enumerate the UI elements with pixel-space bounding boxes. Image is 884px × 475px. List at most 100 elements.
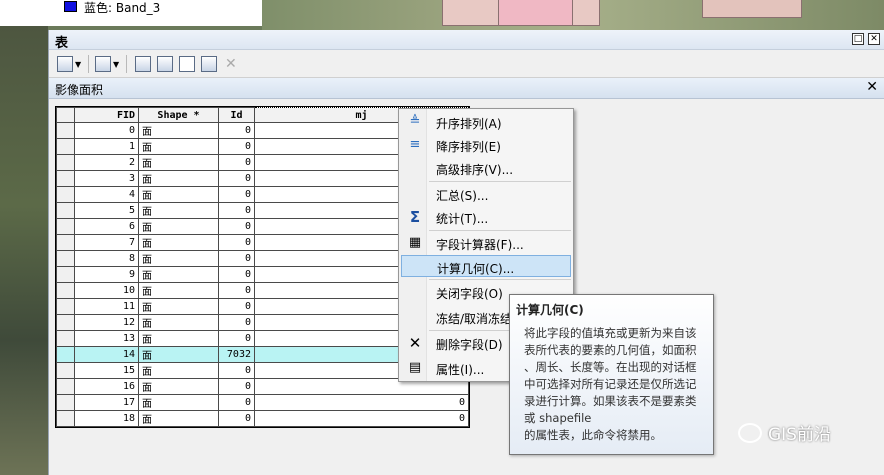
row-selector[interactable] <box>56 250 75 267</box>
switch-selection-button[interactable] <box>157 55 173 73</box>
cell-id[interactable]: 0 <box>218 410 255 427</box>
cell-fid[interactable]: 10 <box>74 282 139 299</box>
column-header-shape[interactable]: Shape * <box>138 107 219 123</box>
row-selector[interactable] <box>56 330 75 347</box>
cell-fid[interactable]: 11 <box>74 298 139 315</box>
cell-shape[interactable]: 面 <box>138 234 219 251</box>
cell-shape[interactable]: 面 <box>138 202 219 219</box>
cell-id[interactable]: 0 <box>218 266 255 283</box>
cell-fid[interactable]: 14 <box>74 346 139 363</box>
cell-shape[interactable]: 面 <box>138 266 219 283</box>
cell-fid[interactable]: 8 <box>74 250 139 267</box>
cell-id[interactable]: 0 <box>218 186 255 203</box>
cell-id[interactable]: 0 <box>218 218 255 235</box>
menu-item-statistics[interactable]: Σ 统计(T)... <box>401 206 571 228</box>
select-by-attributes-button[interactable] <box>135 55 151 73</box>
row-selector[interactable] <box>56 154 75 171</box>
table-tab[interactable]: 影像面积 ✕ <box>49 78 884 99</box>
cell-shape[interactable]: 面 <box>138 154 219 171</box>
cell-id[interactable]: 0 <box>218 394 255 411</box>
row-selector[interactable] <box>56 186 75 203</box>
cell-shape[interactable]: 面 <box>138 394 219 411</box>
cell-shape[interactable]: 面 <box>138 170 219 187</box>
cell-id[interactable]: 0 <box>218 122 255 139</box>
column-header-id[interactable]: Id <box>218 107 255 123</box>
cell-id[interactable]: 0 <box>218 298 255 315</box>
cell-fid[interactable]: 9 <box>74 266 139 283</box>
cell-fid[interactable]: 5 <box>74 202 139 219</box>
column-header-fid[interactable]: FID <box>74 107 139 123</box>
cell-fid[interactable]: 13 <box>74 330 139 347</box>
delete-selected-icon[interactable]: ✕ <box>225 55 237 73</box>
cell-id[interactable]: 0 <box>218 170 255 187</box>
cell-id[interactable]: 0 <box>218 154 255 171</box>
cell-shape[interactable]: 面 <box>138 282 219 299</box>
menu-item-advanced-sort[interactable]: 高级排序(V)... <box>401 157 571 179</box>
row-selector[interactable] <box>56 298 75 315</box>
cell-shape[interactable]: 面 <box>138 330 219 347</box>
cell-id[interactable]: 0 <box>218 282 255 299</box>
row-selector[interactable] <box>56 282 75 299</box>
table-row[interactable]: 17 面 0 0 <box>56 394 469 411</box>
cell-shape[interactable]: 面 <box>138 218 219 235</box>
cell-id[interactable]: 0 <box>218 234 255 251</box>
table-row[interactable]: 18 面 0 0 <box>56 410 469 427</box>
menu-item-calculate-geometry[interactable]: 计算几何(C)... <box>401 255 571 277</box>
row-selector[interactable] <box>56 234 75 251</box>
cell-fid[interactable]: 7 <box>74 234 139 251</box>
row-selector[interactable] <box>56 122 75 139</box>
row-selector[interactable] <box>56 378 75 395</box>
menu-item-sort-ascending[interactable]: ≜ 升序排列(A) <box>401 111 571 133</box>
cell-fid[interactable]: 12 <box>74 314 139 331</box>
cell-fid[interactable]: 18 <box>74 410 139 427</box>
close-icon[interactable]: ✕ <box>868 33 880 45</box>
cell-id[interactable]: 0 <box>218 138 255 155</box>
row-selector[interactable] <box>56 202 75 219</box>
cell-id[interactable]: 0 <box>218 250 255 267</box>
cell-fid[interactable]: 3 <box>74 170 139 187</box>
cell-id[interactable]: 0 <box>218 330 255 347</box>
cell-fid[interactable]: 0 <box>74 122 139 139</box>
cell-shape[interactable]: 面 <box>138 346 219 363</box>
menu-item-field-calculator[interactable]: ▦ 字段计算器(F)... <box>401 232 571 254</box>
cell-fid[interactable]: 6 <box>74 218 139 235</box>
row-selector[interactable] <box>56 170 75 187</box>
row-selector[interactable] <box>56 410 75 427</box>
clear-selection-button[interactable] <box>179 55 195 73</box>
cell-shape[interactable]: 面 <box>138 378 219 395</box>
cell-id[interactable]: 0 <box>218 314 255 331</box>
cell-fid[interactable]: 16 <box>74 378 139 395</box>
related-tables-button[interactable]: ▼ <box>95 55 119 73</box>
row-selector[interactable] <box>56 266 75 283</box>
cell-fid[interactable]: 1 <box>74 138 139 155</box>
cell-mj[interactable]: 0 <box>254 394 469 411</box>
cell-shape[interactable]: 面 <box>138 186 219 203</box>
row-selector[interactable] <box>56 138 75 155</box>
row-selector[interactable] <box>56 314 75 331</box>
cell-id[interactable]: 7032 <box>218 346 255 363</box>
cell-shape[interactable]: 面 <box>138 138 219 155</box>
table-options-button[interactable]: ▼ <box>57 55 81 73</box>
cell-fid[interactable]: 4 <box>74 186 139 203</box>
maximize-icon[interactable]: □ <box>852 33 864 45</box>
row-selector[interactable] <box>56 218 75 235</box>
cell-fid[interactable]: 17 <box>74 394 139 411</box>
row-selector[interactable] <box>56 362 75 379</box>
row-selector[interactable] <box>56 346 75 363</box>
cell-mj[interactable]: 0 <box>254 410 469 427</box>
cell-shape[interactable]: 面 <box>138 122 219 139</box>
cell-fid[interactable]: 15 <box>74 362 139 379</box>
cell-shape[interactable]: 面 <box>138 410 219 427</box>
menu-item-summarize[interactable]: 汇总(S)... <box>401 183 571 205</box>
header-selector[interactable] <box>56 107 75 123</box>
map-view[interactable] <box>262 0 884 30</box>
row-selector[interactable] <box>56 394 75 411</box>
cell-shape[interactable]: 面 <box>138 362 219 379</box>
cell-shape[interactable]: 面 <box>138 314 219 331</box>
menu-item-sort-descending[interactable]: ≡ 降序排列(E) <box>401 134 571 156</box>
cell-id[interactable]: 0 <box>218 202 255 219</box>
cell-id[interactable]: 0 <box>218 378 255 395</box>
zoom-to-selected-button[interactable] <box>201 55 217 73</box>
close-tab-icon[interactable]: ✕ <box>866 79 878 95</box>
cell-shape[interactable]: 面 <box>138 298 219 315</box>
